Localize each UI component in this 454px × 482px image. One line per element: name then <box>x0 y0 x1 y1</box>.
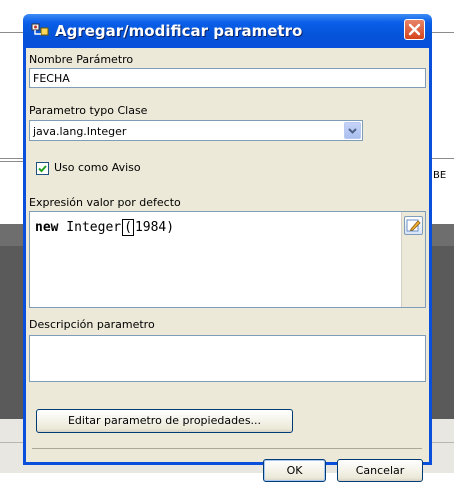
param-name-label: Nombre Parámetro <box>29 53 134 66</box>
default-expression-label: Expresión valor por defecto <box>29 196 181 209</box>
text-caret: ( <box>122 219 134 236</box>
code-text-after-caret: 1984) <box>134 220 175 235</box>
ok-label: OK <box>286 464 303 477</box>
description-input[interactable] <box>29 335 426 382</box>
background-divider <box>0 32 23 33</box>
background-divider <box>432 158 454 159</box>
background-column-label: BE <box>433 170 447 181</box>
close-icon <box>408 23 421 36</box>
use-as-alert-checkbox[interactable] <box>36 162 49 175</box>
open-expression-editor-button[interactable] <box>404 216 423 235</box>
edit-properties-button[interactable]: Editar parametro de propiedades... <box>36 409 293 433</box>
editor-side-panel <box>401 212 425 307</box>
param-type-label: Parametro typo Clase <box>29 104 148 117</box>
code-text-before-caret: Integer <box>58 220 122 235</box>
background-divider <box>0 158 23 159</box>
parameter-dialog: Agregar/modificar parametro Nombre Parám… <box>23 14 432 482</box>
background-divider <box>0 161 23 162</box>
chevron-down-icon <box>348 128 357 134</box>
param-type-value: java.lang.Integer <box>33 125 127 138</box>
footer-separator <box>32 448 422 449</box>
cancel-button[interactable]: Cancelar <box>337 459 423 482</box>
edit-pencil-icon <box>406 219 421 232</box>
close-button[interactable] <box>404 19 425 40</box>
parameter-icon <box>31 23 49 36</box>
cancel-label: Cancelar <box>355 464 405 477</box>
dropdown-arrow-button[interactable] <box>344 122 361 139</box>
param-name-input[interactable]: FECHA <box>29 68 426 88</box>
code-keyword: new <box>35 220 59 235</box>
description-label: Descripción parametro <box>29 318 155 331</box>
dialog-title: Agregar/modificar parametro <box>55 22 303 40</box>
background-divider <box>432 32 454 33</box>
checkmark-icon <box>38 165 47 173</box>
default-expression-code: new Integer(1984) <box>35 219 175 236</box>
ok-button[interactable]: OK <box>263 459 326 482</box>
edit-properties-label: Editar parametro de propiedades... <box>67 414 262 427</box>
dialog-titlebar[interactable]: Agregar/modificar parametro <box>23 14 432 48</box>
param-type-select[interactable]: java.lang.Integer <box>29 120 363 141</box>
default-expression-editor[interactable]: new Integer(1984) <box>29 211 426 308</box>
use-as-alert-label: Uso como Aviso <box>54 161 141 174</box>
